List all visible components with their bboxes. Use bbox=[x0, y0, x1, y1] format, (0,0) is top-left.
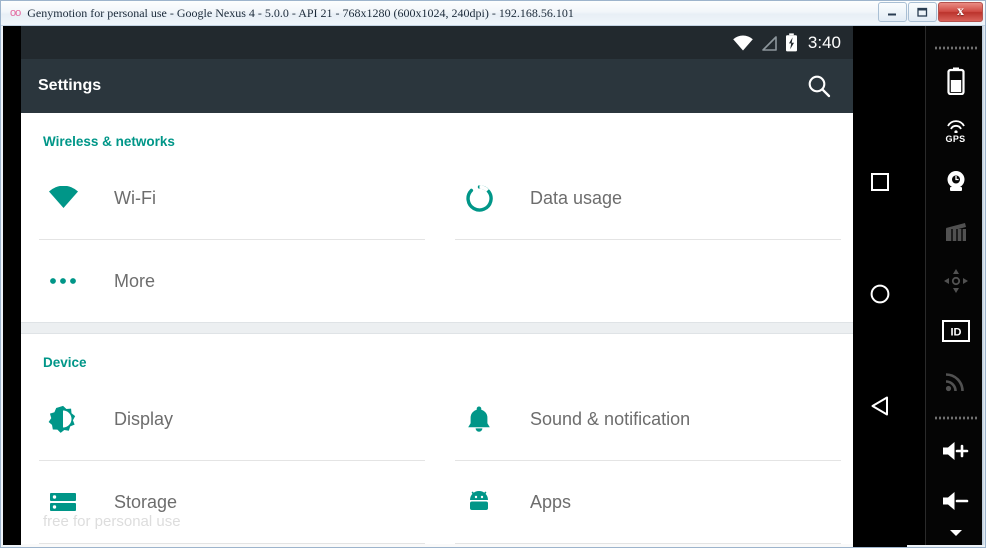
android-status-bar: 3:40 bbox=[21, 26, 853, 59]
device-area: 3:40 Settings Wireless & networks Wi-Fi … bbox=[3, 26, 925, 547]
clapperboard-icon bbox=[945, 223, 966, 241]
divider bbox=[455, 543, 841, 544]
square-icon bbox=[871, 172, 889, 191]
rss-signal-icon bbox=[945, 373, 964, 392]
identifiers-widget-button[interactable]: ID bbox=[933, 310, 979, 352]
genymotion-logo-icon: oo bbox=[10, 6, 21, 19]
grid-cell: More bbox=[21, 240, 437, 322]
section-device: Device Display Sound & notification Stor… bbox=[21, 334, 853, 544]
camera-widget-button[interactable] bbox=[933, 160, 979, 202]
page-title: Settings bbox=[38, 77, 102, 94]
id-badge-icon: ID bbox=[941, 320, 970, 342]
dpad-icon bbox=[943, 269, 968, 293]
battery-charging-icon bbox=[785, 33, 797, 52]
toolbar-separator bbox=[933, 415, 978, 421]
minimize-icon bbox=[888, 13, 896, 15]
gps-widget-button[interactable]: GPS bbox=[933, 110, 979, 152]
window-title: Genymotion for personal use - Google Nex… bbox=[27, 5, 574, 20]
grid-cell: Wi-Fi bbox=[21, 157, 437, 240]
settings-item-display[interactable]: Display bbox=[21, 378, 437, 460]
search-button[interactable] bbox=[799, 66, 839, 106]
storage-icon bbox=[43, 491, 83, 513]
close-icon: x bbox=[957, 4, 964, 19]
volume-up-button[interactable] bbox=[933, 430, 979, 472]
settings-item-apps[interactable]: Apps bbox=[437, 461, 853, 543]
circle-icon bbox=[870, 284, 890, 303]
grid-cell: Data usage bbox=[437, 157, 853, 240]
camera-icon bbox=[947, 171, 964, 191]
data-usage-icon bbox=[459, 184, 499, 213]
search-icon bbox=[808, 75, 830, 97]
settings-row: Wi-Fi Data usage bbox=[21, 157, 853, 240]
network-widget-button[interactable] bbox=[933, 360, 979, 402]
settings-action-bar: Settings bbox=[21, 59, 853, 113]
settings-item-label: Wi-Fi bbox=[114, 187, 156, 208]
settings-item-data-usage[interactable]: Data usage bbox=[437, 157, 853, 239]
home-button[interactable] bbox=[863, 277, 897, 311]
settings-item-label: Apps bbox=[530, 491, 572, 512]
gps-icon bbox=[946, 119, 965, 133]
volume-down-icon bbox=[942, 492, 968, 510]
more-dots-icon bbox=[43, 276, 83, 286]
video-recording-button[interactable] bbox=[933, 210, 979, 252]
android-screen[interactable]: 3:40 Settings Wireless & networks Wi-Fi … bbox=[21, 26, 853, 547]
divider bbox=[39, 543, 425, 544]
chevron-down-icon bbox=[949, 530, 962, 536]
settings-item-label: More bbox=[114, 270, 156, 291]
settings-item-placeholder bbox=[437, 240, 853, 322]
settings-item-label: Data usage bbox=[530, 187, 623, 208]
close-button[interactable]: x bbox=[938, 2, 983, 22]
emulator-container: 3:40 Settings Wireless & networks Wi-Fi … bbox=[1, 26, 985, 547]
android-navigation-bar bbox=[853, 26, 907, 547]
triangle-icon bbox=[871, 396, 888, 415]
section-header: Wireless & networks bbox=[43, 134, 175, 149]
maximize-button[interactable] bbox=[908, 2, 937, 22]
cell-signal-icon bbox=[762, 35, 777, 51]
toolbar-collapse-button[interactable] bbox=[926, 527, 985, 539]
volume-up-icon bbox=[942, 442, 968, 460]
grid-cell-empty bbox=[437, 240, 853, 322]
back-button[interactable] bbox=[863, 389, 897, 423]
settings-item-sound-notification[interactable]: Sound & notification bbox=[437, 378, 853, 460]
brightness-icon bbox=[43, 404, 83, 434]
battery-icon bbox=[946, 67, 965, 95]
settings-item-label: Sound & notification bbox=[530, 408, 691, 429]
grid-cell: Apps bbox=[437, 461, 853, 544]
settings-item-wifi[interactable]: Wi-Fi bbox=[21, 157, 437, 239]
settings-row: Storage Apps bbox=[21, 461, 853, 544]
window-title-bar[interactable]: oo Genymotion for personal use - Google … bbox=[1, 1, 985, 26]
application-window: oo Genymotion for personal use - Google … bbox=[0, 0, 986, 548]
maximize-icon bbox=[917, 7, 928, 17]
grid-cell: Display bbox=[21, 378, 437, 461]
bell-icon bbox=[459, 405, 499, 434]
grid-cell: Storage bbox=[21, 461, 437, 544]
settings-item-storage[interactable]: Storage bbox=[21, 461, 437, 543]
wifi-icon bbox=[733, 35, 753, 50]
settings-list[interactable]: Wireless & networks Wi-Fi Data usage Mor… bbox=[21, 113, 853, 547]
minimize-button[interactable] bbox=[878, 2, 907, 22]
status-bar-clock: 3:40 bbox=[807, 32, 841, 52]
android-robot-icon bbox=[459, 491, 499, 513]
window-controls: x bbox=[878, 2, 983, 22]
drag-handle[interactable] bbox=[933, 45, 978, 51]
recents-button[interactable] bbox=[863, 165, 897, 199]
section-header: Device bbox=[43, 355, 87, 370]
gps-widget-label: GPS bbox=[945, 133, 966, 144]
window-right-edge bbox=[982, 26, 985, 545]
settings-row: Display Sound & notification bbox=[21, 378, 853, 461]
wifi-icon bbox=[43, 185, 83, 211]
grid-cell: Sound & notification bbox=[437, 378, 853, 461]
volume-down-button[interactable] bbox=[933, 480, 979, 522]
section-wireless-networks: Wireless & networks Wi-Fi Data usage Mor… bbox=[21, 113, 853, 322]
settings-row: More bbox=[21, 240, 853, 322]
battery-widget-button[interactable] bbox=[933, 60, 979, 102]
section-separator bbox=[21, 322, 853, 334]
svg-text:ID: ID bbox=[950, 327, 961, 339]
settings-item-label: Storage bbox=[114, 491, 178, 512]
settings-item-label: Display bbox=[114, 408, 174, 429]
rotation-widget-button[interactable] bbox=[933, 260, 979, 302]
settings-item-more[interactable]: More bbox=[21, 240, 437, 322]
genymotion-toolbar: GPS ID bbox=[925, 26, 985, 545]
